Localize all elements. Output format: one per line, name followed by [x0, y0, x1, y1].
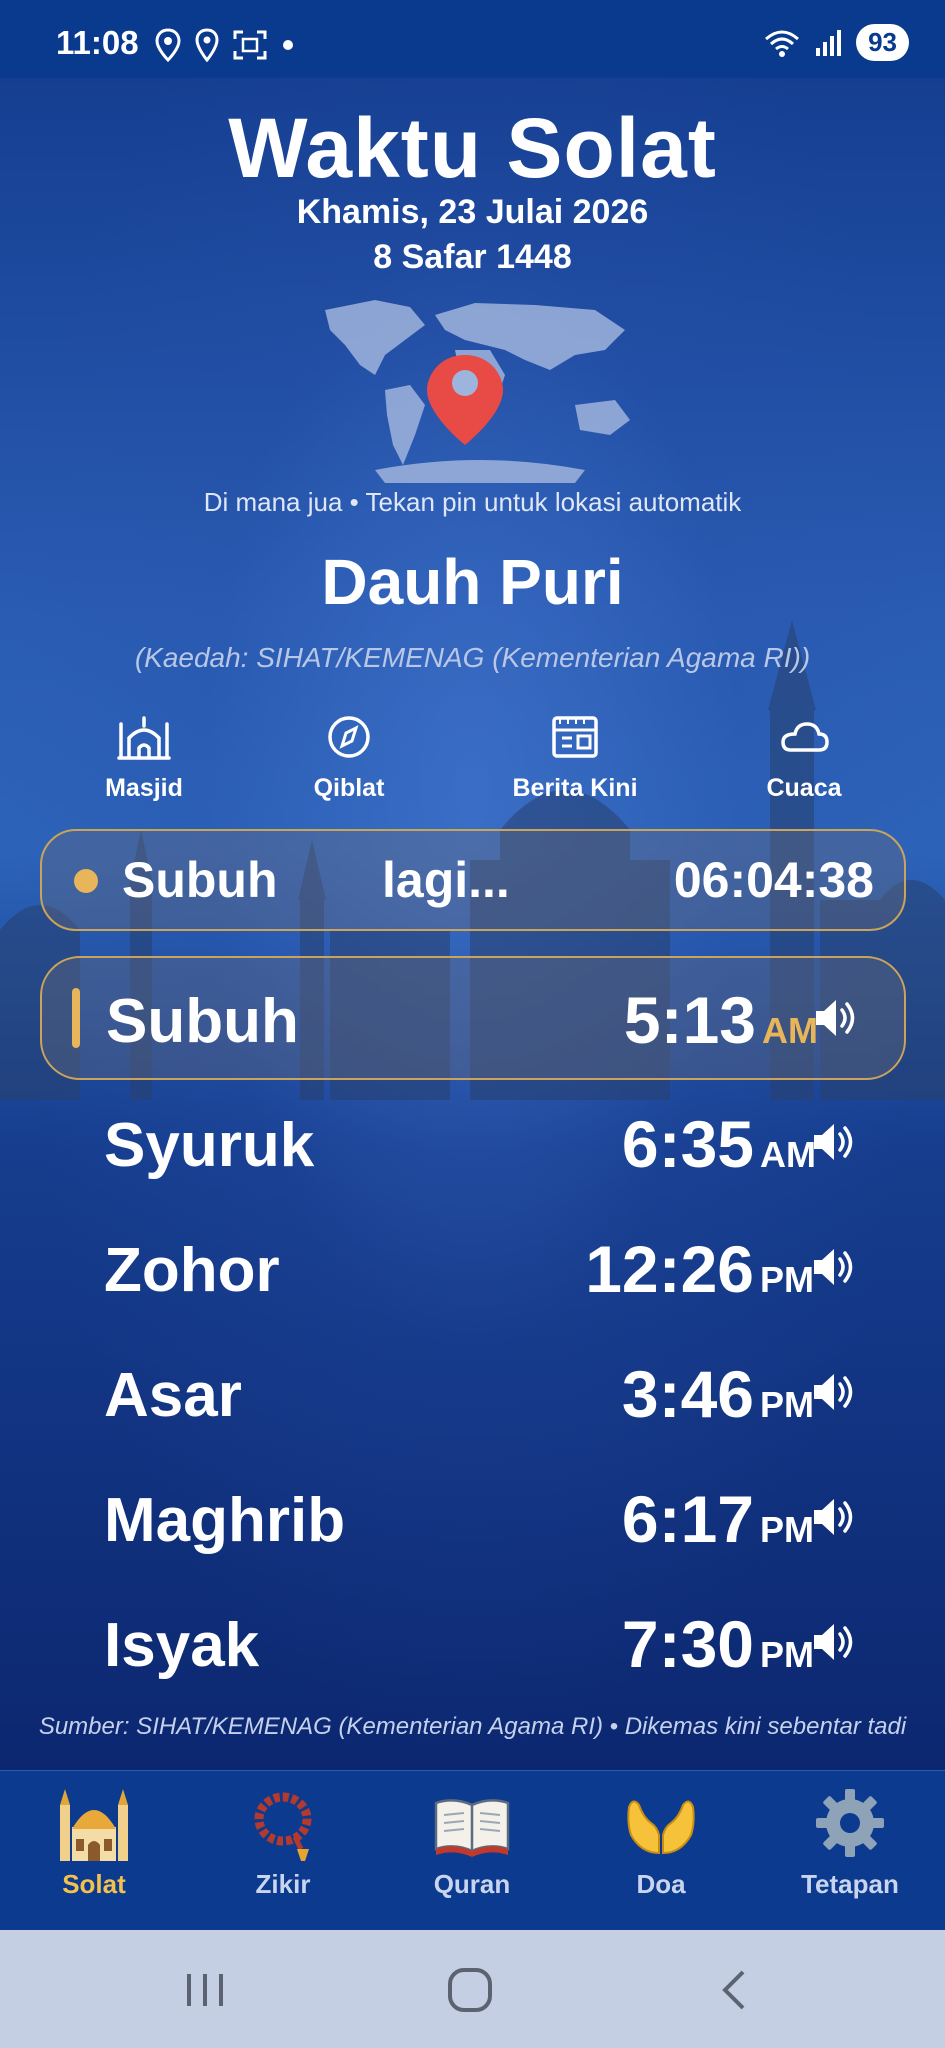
countdown-indicator-dot: [74, 869, 98, 893]
speaker-icon[interactable]: [810, 1120, 856, 1164]
prayer-time: 6:35: [621, 1107, 754, 1181]
home-icon[interactable]: [440, 1962, 500, 2018]
location-pin-icon: [195, 28, 219, 62]
prayer-name: Asar: [104, 1361, 242, 1430]
page-title: Waktu Solat: [228, 101, 717, 195]
berita-kini-button[interactable]: Berita Kini: [495, 712, 655, 803]
status-time: 11:08: [56, 24, 139, 61]
speaker-icon[interactable]: [810, 1620, 856, 1664]
nav-doa-label: Doa: [636, 1869, 686, 1899]
nav-doa[interactable]: Doa: [571, 1783, 751, 1900]
cuaca-label: Cuaca: [766, 774, 842, 802]
nav-quran[interactable]: Quran: [382, 1783, 562, 1900]
prayer-time: 5:13: [623, 983, 756, 1057]
nav-solat[interactable]: Solat: [4, 1783, 184, 1900]
city-name: Dauh Puri: [321, 546, 624, 618]
prayer-name: Zohor: [104, 1236, 280, 1305]
prayer-period: PM: [760, 1509, 814, 1550]
location-icon: [155, 28, 181, 62]
prayer-row-zohor[interactable]: Zohor 12:26 PM: [40, 1207, 902, 1327]
next-prayer-countdown: Subuh lagi... 06:04:38: [40, 829, 906, 931]
screenshot-icon: [233, 30, 267, 60]
prayer-time: 7:30: [621, 1607, 754, 1681]
nav-tetapan[interactable]: Tetapan: [760, 1783, 940, 1900]
prayer-period: PM: [760, 1259, 814, 1300]
source-note: Sumber: SIHAT/KEMENAG (Kementerian Agama…: [38, 1713, 907, 1740]
nav-quran-label: Quran: [433, 1869, 511, 1899]
gear-icon: [816, 1789, 884, 1857]
prayer-row-maghrib[interactable]: Maghrib 6:17 PM: [40, 1457, 902, 1577]
gregorian-date: Khamis, 23 Julai 2026: [296, 193, 649, 231]
praying-hands-icon: [627, 1800, 695, 1855]
prayer-row-asar[interactable]: Asar 3:46 PM: [40, 1332, 902, 1452]
masjid-button[interactable]: Masjid: [64, 712, 224, 803]
mosque-icon: [117, 716, 171, 760]
nav-zikir-label: Zikir: [255, 1869, 311, 1899]
compass-icon: [328, 716, 370, 758]
nav-tetapan-label: Tetapan: [801, 1869, 899, 1899]
open-book-icon: [434, 1799, 510, 1857]
bottom-navigation: Solat Zikir Quran Doa Tetapan: [0, 1770, 945, 1931]
countdown-prayer-name: Subuh: [122, 852, 278, 908]
active-prayer-indicator: [72, 988, 80, 1048]
cuaca-button[interactable]: Cuaca: [724, 712, 884, 803]
back-icon[interactable]: [705, 1962, 765, 2018]
prayer-row-syuruk[interactable]: Syuruk 6:35 AM: [40, 1082, 902, 1202]
wifi-icon: [765, 30, 800, 57]
prayer-row-isyak[interactable]: Isyak 7:30 PM: [40, 1582, 902, 1702]
speaker-icon[interactable]: [810, 1370, 856, 1414]
battery-level: 93: [856, 24, 909, 61]
berita-kini-label: Berita Kini: [512, 774, 638, 802]
prayer-period: PM: [760, 1634, 814, 1675]
prayer-name: Subuh: [106, 987, 299, 1056]
prayer-period: PM: [760, 1384, 814, 1425]
news-icon: [552, 716, 598, 758]
qiblat-button[interactable]: Qiblat: [269, 712, 429, 803]
location-hint: Di mana jua • Tekan pin untuk lokasi aut…: [203, 487, 742, 517]
nav-zikir[interactable]: Zikir: [193, 1783, 373, 1900]
notification-dot-icon: [283, 40, 293, 50]
speaker-icon[interactable]: [810, 1245, 856, 1289]
qiblat-label: Qiblat: [313, 774, 385, 802]
prayer-name: Isyak: [104, 1611, 260, 1680]
countdown-text: lagi...: [382, 852, 510, 908]
location-pin-marker: [427, 355, 503, 445]
world-map-location-button[interactable]: [315, 295, 645, 485]
prayer-period: AM: [760, 1134, 816, 1175]
countdown-remaining: 06:04:38: [673, 852, 874, 908]
prayer-time: 6:17: [621, 1482, 754, 1556]
hijri-date: 8 Safar 1448: [373, 238, 572, 276]
prayer-beads-icon: [254, 1792, 312, 1861]
recent-apps-icon[interactable]: [175, 1962, 235, 2018]
prayer-time: 12:26: [585, 1232, 754, 1306]
status-bar: 11:08 93: [0, 0, 945, 78]
speaker-icon[interactable]: [812, 996, 858, 1040]
cloud-icon: [781, 722, 829, 752]
prayer-row-subuh[interactable]: Subuh 5:13 AM: [40, 956, 906, 1080]
nav-solat-label: Solat: [62, 1869, 126, 1899]
mosque-emoji-icon: [60, 1789, 128, 1861]
prayer-name: Syuruk: [104, 1111, 315, 1180]
prayer-time: 3:46: [621, 1357, 754, 1431]
prayer-name: Maghrib: [104, 1486, 346, 1555]
speaker-icon[interactable]: [810, 1495, 856, 1539]
prayer-period: AM: [762, 1010, 818, 1051]
masjid-label: Masjid: [105, 774, 183, 802]
signal-icon: [816, 29, 842, 56]
system-navigation-bar: [0, 1930, 945, 2048]
calculation-method: (Kaedah: SIHAT/KEMENAG (Kementerian Agam…: [134, 642, 811, 673]
